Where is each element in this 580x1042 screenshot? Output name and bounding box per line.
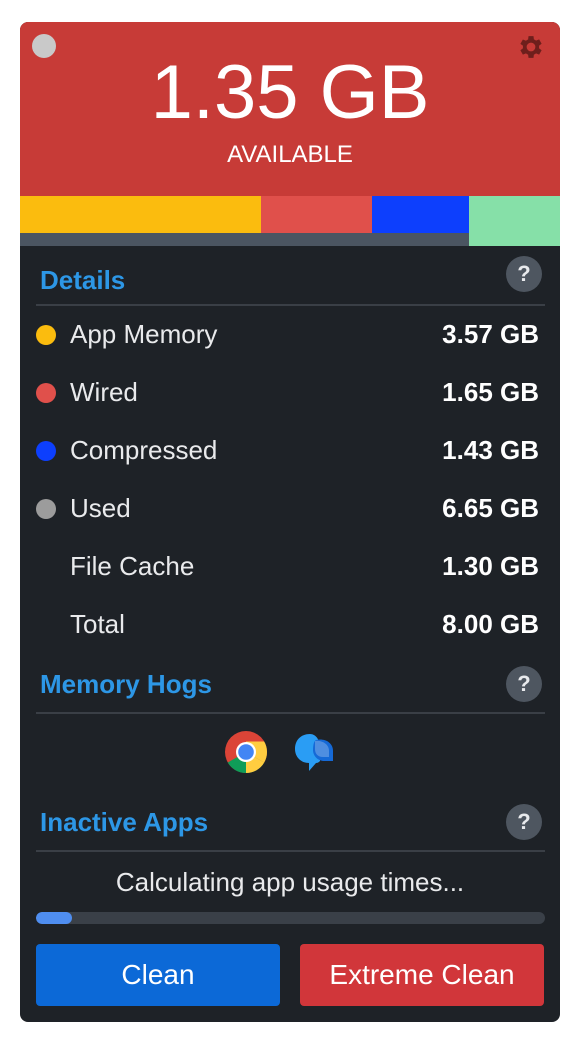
memory-bar-segment-wired	[261, 196, 372, 233]
detail-row-file-cache: File Cache 1.30 GB	[20, 546, 560, 586]
details-help-button[interactable]: ?	[506, 256, 542, 292]
details-divider	[36, 304, 545, 306]
detail-label: App Memory	[70, 319, 218, 349]
details-title: Details	[40, 265, 126, 295]
messenger-icon[interactable]	[292, 730, 336, 774]
detail-label: Total	[70, 609, 125, 639]
memory-hogs-title: Memory Hogs	[40, 669, 212, 699]
detail-value: 1.43 GB	[442, 435, 539, 465]
inactive-apps-progress-bar	[36, 912, 545, 924]
used-dot	[36, 499, 56, 519]
memory-bar-segment-app	[20, 196, 261, 233]
available-label: AVAILABLE	[227, 141, 353, 168]
inactive-apps-divider	[36, 850, 545, 852]
clean-button[interactable]: Clean	[36, 944, 280, 1006]
detail-value: 3.57 GB	[442, 319, 539, 349]
detail-label: File Cache	[70, 551, 195, 581]
inactive-apps-help-button[interactable]: ?	[506, 804, 542, 840]
detail-value: 6.65 GB	[442, 493, 539, 523]
wired-dot	[36, 383, 56, 403]
detail-row-wired: Wired 1.65 GB	[20, 372, 560, 412]
detail-row-used: Used 6.65 GB	[20, 488, 560, 528]
app-memory-dot	[36, 325, 56, 345]
detail-label: Compressed	[70, 435, 218, 465]
inactive-apps-progress-fill	[36, 912, 72, 924]
header: 1.35 GB AVAILABLE	[20, 22, 560, 196]
memory-panel: 1.35 GB AVAILABLE Details ? App Memory 3…	[20, 22, 560, 1022]
detail-value: 8.00 GB	[442, 609, 539, 639]
inactive-apps-title: Inactive Apps	[40, 807, 209, 837]
available-amount: 1.35 GB	[150, 50, 430, 135]
detail-value: 1.30 GB	[442, 551, 539, 581]
detail-label: Wired	[70, 377, 138, 407]
detail-label: Used	[70, 493, 131, 523]
memory-hogs-divider	[36, 712, 545, 714]
memory-usage-bar	[20, 196, 560, 246]
memory-hogs-help-button[interactable]: ?	[506, 666, 542, 702]
memory-bar-segment-available	[469, 196, 560, 246]
inactive-apps-status: Calculating app usage times...	[115, 867, 465, 897]
compressed-dot	[36, 441, 56, 461]
detail-row-app-memory: App Memory 3.57 GB	[20, 314, 560, 354]
chrome-icon[interactable]	[224, 730, 268, 774]
memory-bar-segment-compressed	[372, 196, 469, 233]
detail-row-compressed: Compressed 1.43 GB	[20, 430, 560, 470]
detail-value: 1.65 GB	[442, 377, 539, 407]
detail-row-total: Total 8.00 GB	[20, 604, 560, 644]
extreme-clean-button[interactable]: Extreme Clean	[300, 944, 544, 1006]
